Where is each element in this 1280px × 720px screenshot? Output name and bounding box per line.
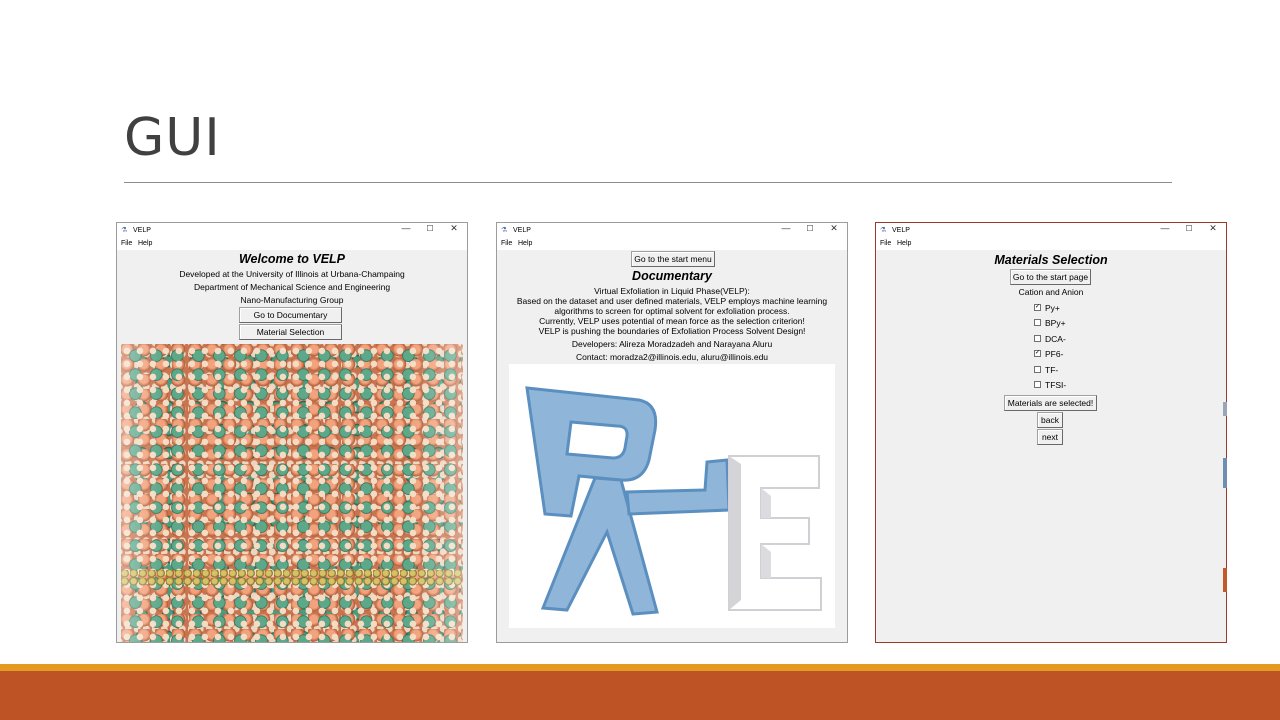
material-selection-button[interactable]: Material Selection <box>239 324 342 340</box>
image-shading <box>121 344 463 642</box>
welcome-window: ⚗ VELP — ☐ ✕ File Help Welcome to VELP D… <box>116 222 468 643</box>
contact-line: Contact: moradza2@illinois.edu, aluru@il… <box>575 352 769 362</box>
window-title: VELP <box>513 227 531 234</box>
window-content: Materials Selection Go to the start page… <box>876 250 1226 642</box>
velp-logo-graphic <box>525 386 822 616</box>
doc-line-3: algorithms to screen for optimal solvent… <box>554 306 790 316</box>
materials-selected-button[interactable]: Materials are selected! <box>1004 395 1097 411</box>
documentary-heading: Documentary <box>632 269 712 283</box>
background-window-edge <box>1223 222 1228 643</box>
doc-line-4: Currently, VELP uses potential of mean f… <box>539 316 805 326</box>
window-titlebar: ⚗ VELP — ☐ ✕ <box>876 223 1226 239</box>
cation-anion-label: Cation and Anion <box>1018 287 1084 297</box>
doc-line-1: Virtual Exfoliation in Liquid Phase(VELP… <box>594 286 750 296</box>
close-icon[interactable]: ✕ <box>1206 223 1220 234</box>
footer-accent-line <box>0 664 1280 671</box>
velp-logo-image <box>509 364 835 628</box>
go-to-documentary-button[interactable]: Go to Documentary <box>239 307 342 323</box>
option-label: Py+ <box>1045 303 1060 313</box>
window-content: Go to the start menu Documentary Virtual… <box>497 250 847 642</box>
window-titlebar: ⚗ VELP — ☐ ✕ <box>497 223 847 239</box>
menubar: File Help <box>497 239 847 250</box>
window-titlebar: ⚗ VELP — ☐ ✕ <box>117 223 467 239</box>
doc-line-5: VELP is pushing the boundaries of Exfoli… <box>538 326 806 336</box>
menubar: File Help <box>117 239 467 250</box>
welcome-heading: Welcome to VELP <box>238 252 346 266</box>
minimize-icon[interactable]: — <box>399 223 413 233</box>
maximize-icon[interactable]: ☐ <box>803 224 817 233</box>
checkbox-icon[interactable] <box>1034 366 1041 373</box>
menu-help[interactable]: Help <box>138 240 152 247</box>
app-icon: ⚗ <box>880 227 887 234</box>
option-label: PF6- <box>1045 349 1064 359</box>
back-button[interactable]: back <box>1037 412 1063 428</box>
checkbox-icon[interactable] <box>1034 319 1041 326</box>
title-divider <box>124 182 1172 183</box>
app-icon: ⚗ <box>121 227 128 234</box>
window-title: VELP <box>133 227 151 234</box>
close-icon[interactable]: ✕ <box>447 223 461 234</box>
app-icon: ⚗ <box>501 227 508 234</box>
menu-help[interactable]: Help <box>897 240 911 247</box>
info-line-department: Department of Mechanical Science and Eng… <box>193 282 391 292</box>
documentary-window: ⚗ VELP — ☐ ✕ File Help Go to the start m… <box>496 222 848 643</box>
maximize-icon[interactable]: ☐ <box>1182 224 1196 233</box>
materials-window: ⚗ VELP — ☐ ✕ File Help Materials Selecti… <box>875 222 1227 643</box>
checkbox-checked-icon[interactable]: ✓ <box>1034 304 1041 311</box>
menu-help[interactable]: Help <box>518 240 532 247</box>
next-button[interactable]: next <box>1037 429 1063 445</box>
info-line-university: Developed at the University of Illinois … <box>179 269 405 279</box>
option-label: BPy+ <box>1045 318 1066 328</box>
minimize-icon[interactable]: — <box>779 223 793 233</box>
footer-band <box>0 671 1280 720</box>
info-line-group: Nano-Manufacturing Group <box>240 295 344 305</box>
option-label: TF- <box>1045 365 1059 375</box>
go-to-start-menu-button[interactable]: Go to the start menu <box>631 251 715 267</box>
checkbox-icon[interactable] <box>1034 335 1041 342</box>
menu-file[interactable]: File <box>501 240 512 247</box>
window-title: VELP <box>892 227 910 234</box>
maximize-icon[interactable]: ☐ <box>423 224 437 233</box>
materials-heading: Materials Selection <box>994 253 1108 267</box>
window-content: Welcome to VELP Developed at the Univers… <box>117 250 467 642</box>
option-label: DCA- <box>1045 334 1066 344</box>
developers-line: Developers: Alireza Moradzadeh and Naray… <box>571 339 773 349</box>
menu-file[interactable]: File <box>880 240 891 247</box>
doc-line-2: Based on the dataset and user defined ma… <box>516 296 828 306</box>
checkbox-checked-icon[interactable]: ✓ <box>1034 350 1041 357</box>
slide-title: GUI <box>124 108 221 168</box>
go-to-start-page-button[interactable]: Go to the start page <box>1010 269 1091 285</box>
option-label: TFSI- <box>1045 380 1067 390</box>
close-icon[interactable]: ✕ <box>827 223 841 234</box>
menubar: File Help <box>876 239 1226 250</box>
minimize-icon[interactable]: — <box>1158 223 1172 233</box>
menu-file[interactable]: File <box>121 240 132 247</box>
slide: GUI ⚗ VELP — ☐ ✕ File Help Welcome to VE… <box>0 0 1280 720</box>
checkbox-icon[interactable] <box>1034 381 1041 388</box>
